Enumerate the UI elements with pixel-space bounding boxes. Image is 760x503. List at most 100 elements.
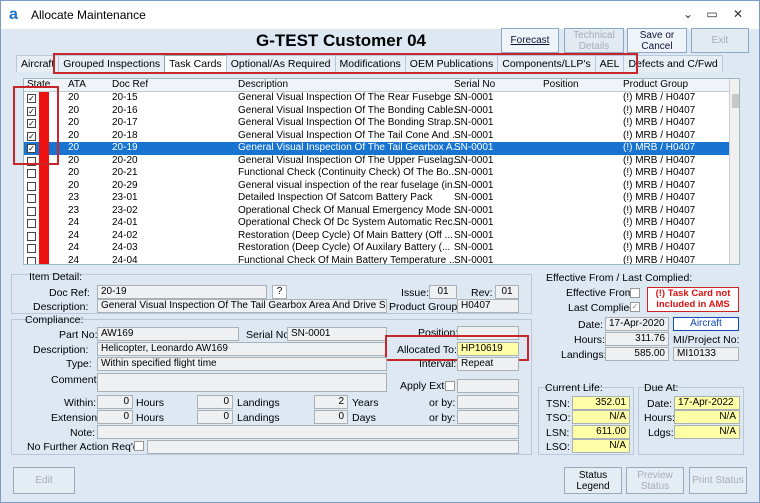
restore-icon[interactable]: ▭	[702, 7, 722, 23]
row-checkbox[interactable]	[27, 219, 36, 228]
table-row[interactable]: 24 24-03 Restoration (Deep Cycle) Of Auxil…	[24, 242, 729, 255]
within-hours-field[interactable]: 0	[97, 395, 133, 409]
table-row[interactable]: 20 20-29 General visual inspection of the …	[24, 179, 729, 192]
row-checkbox[interactable]	[27, 169, 36, 178]
technical-details-button[interactable]: Technical Details	[564, 28, 624, 53]
save-cancel-button[interactable]: Save or Cancel	[627, 28, 687, 53]
compliance-description-field[interactable]: Helicopter, Leonardo AW169	[97, 342, 387, 356]
row-checkbox[interactable]	[27, 231, 36, 241]
status-legend-button[interactable]: Status Legend	[564, 467, 622, 494]
due-ldgs-field[interactable]: N/A	[674, 425, 740, 439]
row-checkbox[interactable]	[27, 194, 36, 203]
table-row[interactable]: ✓ 20 20-16 General Visual Inspection Of The…	[24, 104, 729, 117]
table-row[interactable]: 23 23-01 Detailed Inspection Of Satcom Bat…	[24, 192, 729, 205]
table-row[interactable]: 24 24-01 Operational Check Of Dc System Au…	[24, 217, 729, 230]
col-ata[interactable]: ATA	[68, 79, 86, 92]
description-field[interactable]: General Visual Inspection Of The Tail Ge…	[97, 299, 387, 313]
or-by-field-1[interactable]	[457, 395, 519, 409]
product-group-field[interactable]: H0407	[457, 299, 519, 313]
issue-field[interactable]: 01	[429, 285, 457, 299]
table-row[interactable]: ✓ 20 20-17 General Visual Inspection Of The…	[24, 117, 729, 130]
edit-button[interactable]: Edit	[13, 467, 75, 494]
ext-landings-field[interactable]: 0	[197, 410, 233, 424]
col-position[interactable]: Position	[543, 79, 579, 92]
col-state[interactable]: State	[27, 79, 50, 92]
last-complied-checkbox[interactable]: ✓	[630, 302, 640, 312]
tab-task-cards[interactable]: Task Cards	[164, 55, 227, 72]
row-checkbox[interactable]: ✓	[27, 106, 36, 116]
minimize-icon[interactable]: ⌄	[678, 7, 698, 23]
tso-field[interactable]: N/A	[572, 410, 630, 424]
landings-field[interactable]: 585.00	[605, 347, 669, 361]
cell-pg: (!) MRB / H0407	[623, 104, 696, 116]
doc-ref-field[interactable]: 20-19	[97, 285, 267, 299]
table-row[interactable]: 24 24-04 Functional Check Of Main Battery …	[24, 254, 729, 264]
allocated-to-field[interactable]: HP10619	[457, 342, 519, 356]
ext-hours-field[interactable]: 0	[97, 410, 133, 424]
table-row[interactable]: 20 20-21 Functional Check (Continuity Chec…	[24, 167, 729, 180]
comment-field[interactable]	[97, 373, 387, 392]
row-checkbox[interactable]: ✓	[27, 119, 36, 128]
exit-button[interactable]: Exit	[691, 28, 749, 53]
table-row[interactable]: 23 23-02 Operational Check Of Manual Emerg…	[24, 204, 729, 217]
col-doc-ref[interactable]: Doc Ref	[112, 79, 148, 92]
tsn-field[interactable]: 352.01	[572, 396, 630, 410]
tab-aircraft[interactable]: Aircraft	[16, 55, 60, 72]
nfar-field[interactable]	[147, 440, 519, 454]
apply-ext-checkbox[interactable]	[445, 381, 455, 391]
serial-no-field[interactable]: SN-0001	[287, 327, 387, 341]
row-checkbox[interactable]	[27, 244, 36, 253]
scroll-thumb[interactable]	[732, 94, 739, 108]
due-hours-field[interactable]: N/A	[674, 410, 740, 424]
close-icon[interactable]: ✕	[728, 7, 748, 23]
row-checkbox[interactable]: ✓	[27, 144, 36, 153]
col-description[interactable]: Description	[238, 79, 288, 92]
tab-optional[interactable]: Optional/As Required	[225, 55, 336, 72]
help-button[interactable]: ?	[272, 285, 287, 299]
tab-defects[interactable]: Defects and C/Fwd	[623, 55, 723, 72]
task-grid[interactable]: State ATA Doc Ref Description Serial No …	[23, 78, 740, 265]
row-checkbox[interactable]	[27, 156, 36, 166]
tab-oem-publications[interactable]: OEM Publications	[404, 55, 499, 72]
ext-days-field[interactable]: 0	[314, 410, 348, 424]
print-status-button[interactable]: Print Status	[689, 467, 747, 494]
tab-ael[interactable]: AEL	[594, 55, 625, 72]
part-no-field[interactable]: AW169	[97, 327, 239, 341]
effective-from-checkbox[interactable]	[630, 288, 640, 298]
aircraft-field[interactable]: Aircraft	[673, 317, 739, 331]
row-checkbox[interactable]	[27, 256, 36, 264]
nfar-checkbox[interactable]	[134, 441, 144, 451]
or-by-field-2[interactable]	[457, 410, 519, 424]
type-field[interactable]: Within specified flight time	[97, 357, 387, 371]
table-row[interactable]: ✓ 20 20-19 General Visual Inspection Of The…	[24, 142, 729, 155]
col-product-group[interactable]: Product Group	[623, 79, 688, 92]
table-row[interactable]: 24 24-02 Restoration (Deep Cycle) Of Main …	[24, 229, 729, 242]
row-checkbox[interactable]: ✓	[27, 131, 36, 141]
note-field[interactable]	[97, 425, 519, 439]
within-years-field[interactable]: 2	[314, 395, 348, 409]
table-row[interactable]: ✓ 20 20-15 General Visual Inspection Of The…	[24, 92, 729, 105]
row-checkbox[interactable]: ✓	[27, 94, 36, 103]
row-checkbox[interactable]	[27, 206, 36, 216]
lso-field[interactable]: N/A	[572, 439, 630, 453]
within-landings-field[interactable]: 0	[197, 395, 233, 409]
row-checkbox[interactable]	[27, 181, 36, 191]
mi-field[interactable]: MI10133	[673, 347, 739, 361]
interval-field[interactable]: Repeat	[457, 357, 519, 371]
position-dropdown[interactable]	[457, 326, 519, 340]
lsn-field[interactable]: 611.00	[572, 425, 630, 439]
table-row[interactable]: 20 20-20 General Visual Inspection Of The …	[24, 154, 729, 167]
grid-scrollbar[interactable]	[729, 79, 739, 264]
tab-components[interactable]: Components/LLP's	[497, 55, 596, 72]
table-row[interactable]: ✓ 20 20-18 General Visual Inspection Of The…	[24, 129, 729, 142]
date-field[interactable]: 17-Apr-2020	[605, 317, 669, 331]
forecast-button[interactable]: Forecast	[501, 28, 559, 53]
rev-field[interactable]: 01	[495, 285, 519, 299]
due-date-field[interactable]: 17-Apr-2022	[674, 396, 740, 410]
tab-grouped-inspections[interactable]: Grouped Inspections	[58, 55, 166, 72]
preview-status-button[interactable]: Preview Status	[626, 467, 684, 494]
apply-ext-field[interactable]	[457, 379, 519, 393]
hours-field[interactable]: 311.76	[605, 332, 669, 346]
tab-modifications[interactable]: Modifications	[334, 55, 406, 72]
col-serial-no[interactable]: Serial No	[454, 79, 495, 92]
